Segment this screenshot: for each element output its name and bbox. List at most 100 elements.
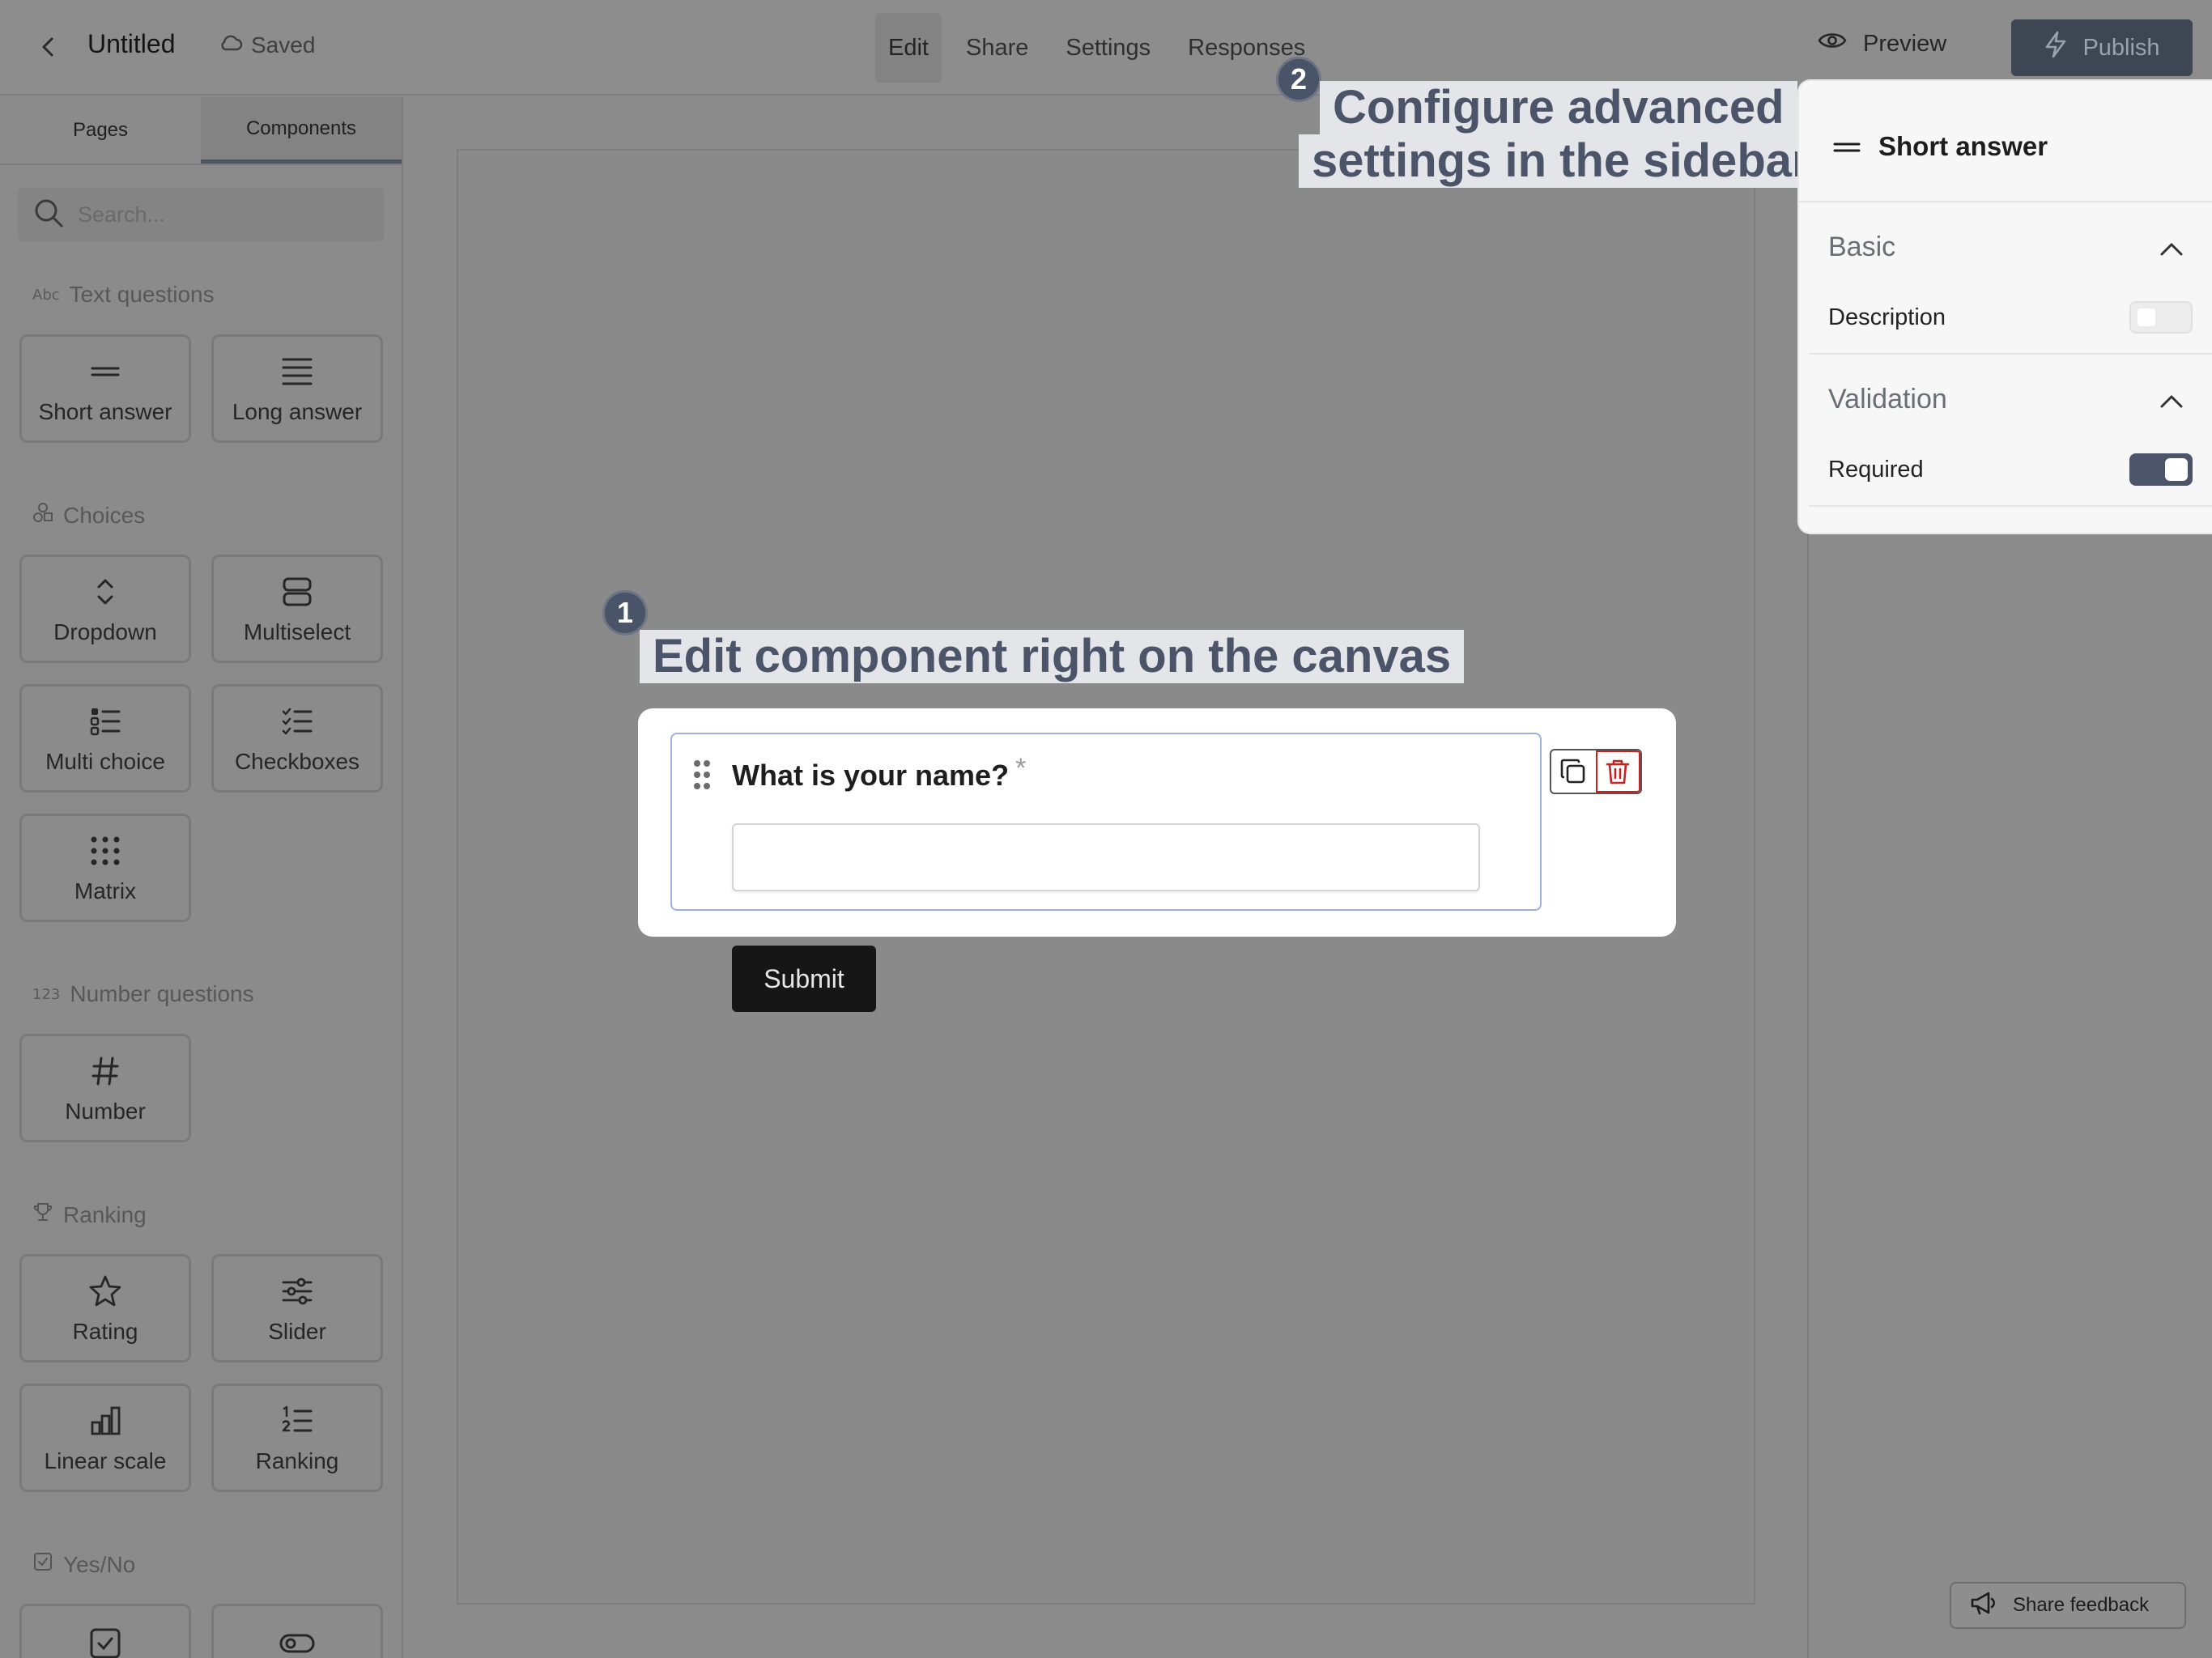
checkbox-square-icon	[89, 1624, 121, 1658]
component-label: Matrix	[74, 878, 137, 903]
saved-label: Saved	[251, 32, 316, 57]
component-short-answer[interactable]: Short answer	[19, 334, 191, 443]
preview-button[interactable]: Preview	[1818, 29, 1946, 58]
component-long-answer[interactable]: Long answer	[211, 334, 383, 443]
selected-component-card: What is your name? *	[638, 708, 1676, 937]
component-label: Short answer	[38, 399, 172, 424]
component-ranking[interactable]: Ranking	[211, 1384, 383, 1492]
sidebar-tabs: Pages Components	[0, 97, 402, 165]
chevron-up-icon[interactable]	[2155, 385, 2188, 418]
component-label: Multi choice	[45, 749, 165, 774]
required-mark: *	[1015, 753, 1027, 784]
component-label: Long answer	[232, 399, 363, 424]
divider	[1809, 353, 2212, 355]
component-multiselect[interactable]: Multiselect	[211, 555, 383, 663]
section-label: Number questions	[70, 981, 254, 1006]
saved-status: Saved	[219, 32, 315, 58]
tab-edit[interactable]: Edit	[875, 13, 942, 83]
component-checkboxes[interactable]: Checkboxes	[211, 684, 383, 793]
question-label[interactable]: What is your name? *	[732, 753, 1026, 793]
divider	[1809, 505, 2212, 507]
publish-label: Publish	[2082, 34, 2160, 61]
short-answer-icon	[91, 352, 120, 391]
sliders-icon	[281, 1272, 313, 1311]
preview-label: Preview	[1863, 30, 1947, 57]
abc-icon: Abc	[32, 286, 60, 304]
required-toggle[interactable]	[2129, 453, 2193, 486]
form-title[interactable]: Untitled	[87, 29, 176, 59]
component-linear-scale[interactable]: Linear scale	[19, 1384, 191, 1492]
answer-input[interactable]	[732, 823, 1480, 891]
question-text: What is your name?	[732, 759, 1010, 792]
component-dropdown[interactable]: Dropdown	[19, 555, 191, 663]
section-text-questions: Abc Text questions	[32, 282, 215, 308]
description-toggle[interactable]	[2129, 301, 2193, 334]
component-switch[interactable]	[211, 1604, 383, 1658]
duplicate-icon[interactable]	[1551, 750, 1596, 793]
components-sidebar: Pages Components Abc Text questions Shor…	[0, 97, 403, 1658]
component-label: Number	[65, 1099, 146, 1124]
megaphone-icon	[1969, 1591, 1998, 1621]
component-number[interactable]: Number	[19, 1034, 191, 1142]
component-label: Checkboxes	[234, 749, 360, 774]
tab-settings[interactable]: Settings	[1053, 13, 1163, 83]
callout-sidebar-line1: Configure advanced	[1320, 81, 1797, 134]
chevron-up-icon[interactable]	[2155, 233, 2188, 266]
section-yes-no: Yes/No	[32, 1551, 135, 1578]
component-label: Linear scale	[44, 1448, 167, 1473]
section-label: Text questions	[69, 282, 215, 307]
publish-button[interactable]: Publish	[2011, 19, 2193, 76]
callout-canvas-text: Edit component right on the canvas	[640, 630, 1465, 683]
description-label: Description	[1828, 304, 1946, 330]
callout-badge-2: 2	[1276, 57, 1321, 102]
short-answer-icon	[1833, 131, 1861, 162]
component-label: Dropdown	[53, 619, 157, 644]
panel-header: Short answer	[1799, 81, 2212, 202]
star-icon	[87, 1272, 123, 1311]
hash-icon	[91, 1052, 120, 1090]
shapes-icon	[32, 502, 53, 529]
component-matrix[interactable]: Matrix	[19, 814, 191, 922]
component-label: Ranking	[255, 1448, 339, 1473]
drag-handle-icon[interactable]	[693, 759, 711, 795]
question-field[interactable]: What is your name? *	[670, 733, 1542, 911]
section-ranking: Ranking	[32, 1201, 147, 1228]
toggle-knob	[2165, 458, 2188, 481]
lightning-icon	[2044, 31, 2068, 65]
bar-chart-icon	[89, 1401, 121, 1440]
section-validation[interactable]: Validation	[1828, 384, 1947, 415]
search-icon	[32, 197, 65, 233]
section-label: Choices	[63, 502, 146, 528]
callout-badge-1: 1	[602, 590, 648, 636]
callout-sidebar-line2: settings in the sidebar	[1299, 134, 1823, 188]
checklist-icon	[281, 702, 313, 741]
search-input[interactable]	[78, 202, 369, 227]
back-arrow-icon[interactable]	[32, 31, 65, 63]
section-label: Yes/No	[63, 1551, 136, 1577]
main-tabs: Edit Share Settings Responses	[875, 13, 1318, 83]
component-checkbox[interactable]	[19, 1604, 191, 1658]
123-icon: 123	[32, 985, 61, 1003]
trash-icon[interactable]	[1595, 750, 1640, 793]
section-basic[interactable]: Basic	[1828, 232, 1895, 263]
panel-title: Short answer	[1878, 131, 2048, 161]
eye-icon	[1818, 29, 1847, 58]
component-label: Slider	[268, 1319, 326, 1344]
settings-sidebar-background	[1807, 533, 2212, 1658]
component-multi-choice[interactable]: Multi choice	[19, 684, 191, 793]
component-label: Rating	[72, 1319, 138, 1344]
long-answer-icon	[281, 352, 313, 391]
section-label: Ranking	[63, 1201, 147, 1227]
component-slider[interactable]: Slider	[211, 1254, 383, 1363]
component-rating[interactable]: Rating	[19, 1254, 191, 1363]
settings-panel: Short answer Basic Description Validatio…	[1799, 81, 2212, 533]
tab-share[interactable]: Share	[953, 13, 1041, 83]
submit-button[interactable]: Submit	[732, 946, 876, 1012]
component-actions	[1550, 749, 1642, 794]
component-label: Multiselect	[243, 619, 351, 644]
tab-components[interactable]: Components	[201, 97, 402, 164]
required-label: Required	[1828, 457, 1924, 483]
tab-pages[interactable]: Pages	[0, 97, 201, 164]
search-box	[18, 188, 384, 241]
share-feedback-button[interactable]: Share feedback	[1950, 1582, 2186, 1629]
